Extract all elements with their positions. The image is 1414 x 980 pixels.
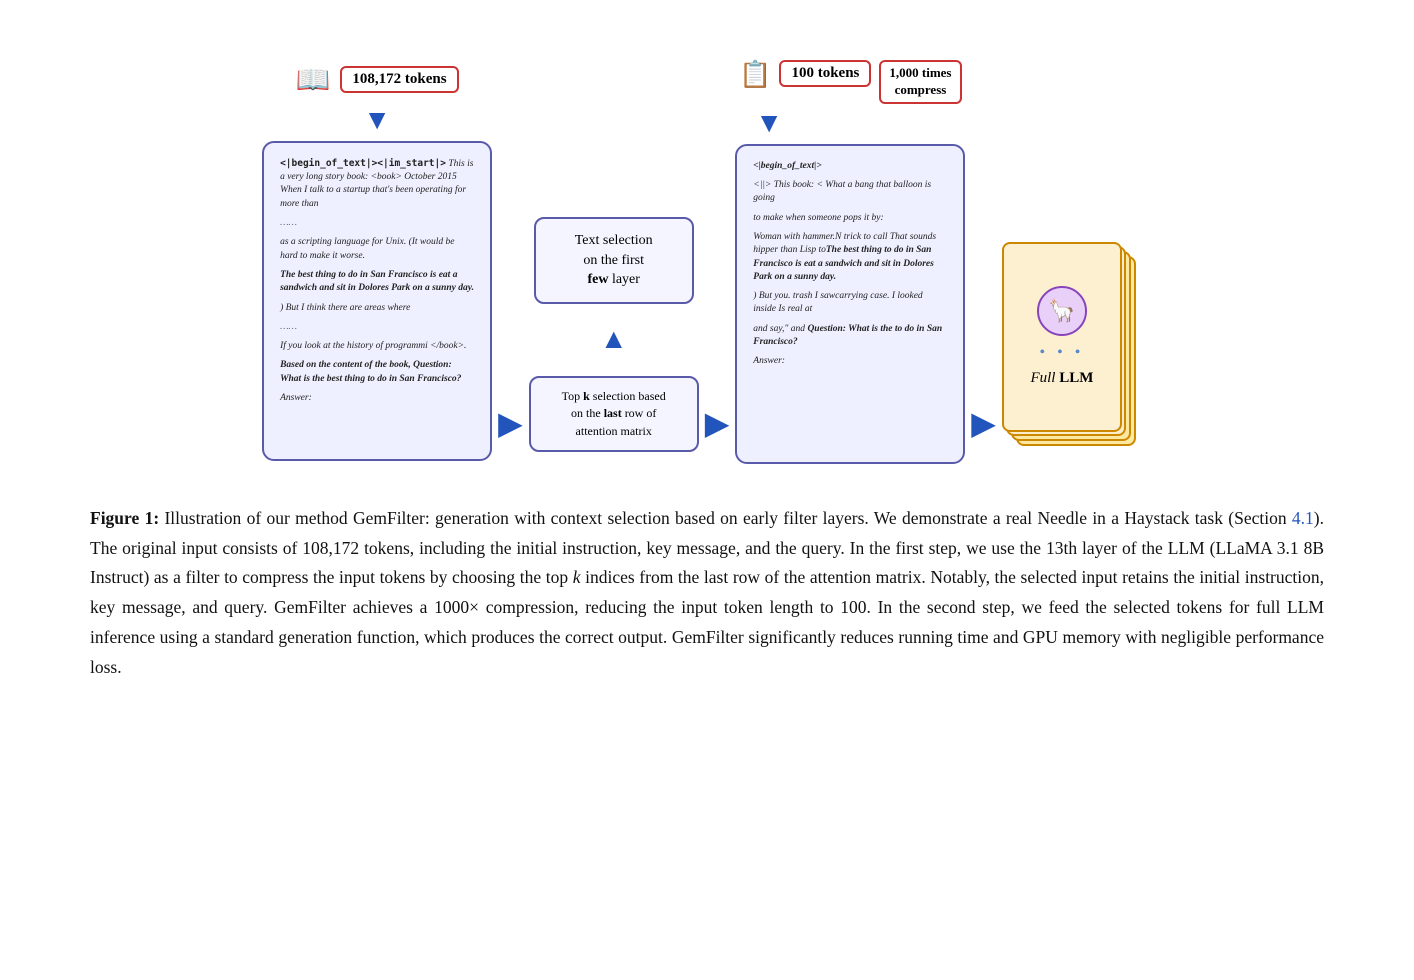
right-arrow-2: ▶ [705, 404, 730, 442]
up-arrow: ▲ [600, 324, 628, 356]
selection-box: Text selectionon the firstfew layer [534, 217, 694, 304]
middle-column: Text selectionon the firstfew layer ▲ To… [529, 72, 699, 452]
arrow-col-1: ▶ [498, 72, 523, 452]
bottom-box: Top k selection basedon the last row ofa… [529, 376, 699, 452]
down-arrow-left: ▼ [363, 105, 391, 137]
left-doc-text: <|begin_of_text|><|im_start|> This is a … [280, 157, 474, 405]
right-doc-text: <|begin_of_text|> <||> This book: < What… [753, 160, 947, 369]
arrow-col-3: ▶ [971, 72, 996, 452]
right-header: 📋 100 tokens 1,000 timescompress [739, 60, 961, 104]
caption-link[interactable]: 4.1 [1292, 508, 1314, 528]
llm-dots: • • • [1040, 344, 1085, 362]
down-arrow-right: ▼ [755, 108, 783, 140]
selection-text: Text selectionon the firstfew layer [575, 233, 653, 287]
left-header: 📖 108,172 tokens [296, 63, 459, 97]
llm-stack-col: 🦙 • • • Full LLM [1002, 72, 1152, 452]
diagram: 📖 108,172 tokens ▼ <|begin_of_text|><|im… [60, 60, 1354, 464]
bottom-text: Top k selection basedon the last row ofa… [562, 389, 666, 438]
right-arrow-3: ▶ [971, 404, 996, 442]
llm-stack: 🦙 • • • Full LLM [1002, 242, 1142, 452]
caption-italic-k: k [573, 567, 581, 587]
caption-text: Figure 1: Illustration of our method Gem… [90, 504, 1324, 683]
caption-section: Figure 1: Illustration of our method Gem… [60, 504, 1354, 683]
book-icon: 📖 [296, 63, 331, 97]
llm-label: Full LLM [1030, 370, 1093, 387]
llm-card-1: 🦙 • • • Full LLM [1002, 242, 1122, 432]
compress-badge: 1,000 timescompress [879, 60, 961, 104]
llama-icon: 🦙 [1037, 286, 1087, 336]
caption-label: Figure 1: [90, 508, 159, 528]
left-doc-box: <|begin_of_text|><|im_start|> This is a … [262, 141, 492, 461]
arrow-col-2: ▶ [705, 72, 730, 452]
right-token-badge: 100 tokens [779, 60, 871, 87]
right-arrow-1: ▶ [498, 404, 523, 442]
right-column: 📋 100 tokens 1,000 timescompress ▼ <|beg… [735, 60, 965, 464]
left-token-badge: 108,172 tokens [340, 66, 458, 93]
left-column: 📖 108,172 tokens ▼ <|begin_of_text|><|im… [262, 63, 492, 461]
caption-text1: Illustration of our method GemFilter: ge… [164, 508, 1291, 528]
right-doc-box: <|begin_of_text|> <||> This book: < What… [735, 144, 965, 464]
note-icon: 📋 [739, 60, 771, 90]
